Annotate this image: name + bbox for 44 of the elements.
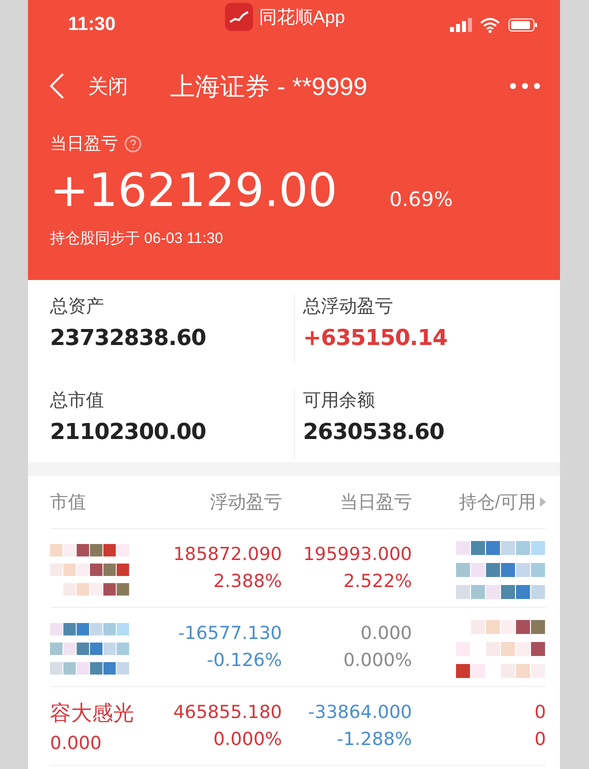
caret-icon[interactable] (540, 497, 546, 507)
column-header[interactable]: 持仓/可用 (458, 490, 536, 514)
summary-value: 2630538.60 (303, 420, 446, 445)
column-header: 市值 (50, 491, 87, 514)
percent-value: 2.522% (343, 571, 412, 592)
app-name: 同花顺App (259, 6, 346, 29)
summary-label: 总浮动盈亏 (303, 295, 394, 318)
summary-label: 总资产 (50, 295, 105, 318)
available-value: 0 (534, 729, 546, 750)
summary-value: 23732838.60 (50, 326, 207, 351)
daily-pnl-label: 当日盈亏 (50, 133, 118, 155)
market-value: 0.000 (50, 732, 102, 754)
percent-value: -1.288% (336, 729, 412, 750)
percent-value: 0.000% (343, 650, 412, 671)
stock-name: 容大感光 (50, 700, 134, 726)
amount-value: 195993.000 (303, 544, 412, 565)
account-title: 上海证券 - **9999 (170, 72, 368, 102)
amount-value: 185872.090 (173, 544, 282, 565)
battery-icon (508, 18, 538, 32)
app-logo-icon (225, 3, 253, 31)
percent-value: 0.000% (213, 729, 282, 750)
summary-value: 21102300.00 (50, 420, 207, 445)
amount-value: 0.000 (360, 623, 412, 644)
summary-label: 可用余额 (303, 389, 376, 412)
position-value: 0 (534, 702, 546, 723)
close-button[interactable]: 关闭 (88, 72, 128, 100)
amount-value: -33864.000 (308, 702, 412, 723)
amount-value: 465855.180 (173, 702, 282, 723)
more-icon[interactable] (510, 83, 540, 89)
percent-value: -0.126% (206, 650, 282, 671)
help-icon[interactable] (124, 134, 142, 152)
column-header: 浮动盈亏 (209, 491, 282, 514)
daily-pnl-value: +162129.00 (50, 163, 338, 217)
percent-value: 2.388% (213, 571, 282, 592)
column-header: 当日盈亏 (339, 491, 412, 514)
signal-icon (450, 18, 472, 32)
summary-label: 总市值 (50, 389, 105, 412)
summary-value: +635150.14 (303, 326, 448, 351)
status-time: 11:30 (68, 14, 116, 36)
daily-pnl-percent: 0.69% (389, 187, 453, 211)
sync-time: 持仓股同步于 06-03 11:30 (50, 229, 224, 248)
wifi-icon (480, 18, 500, 32)
back-icon[interactable] (50, 73, 64, 99)
amount-value: -16577.130 (178, 623, 282, 644)
